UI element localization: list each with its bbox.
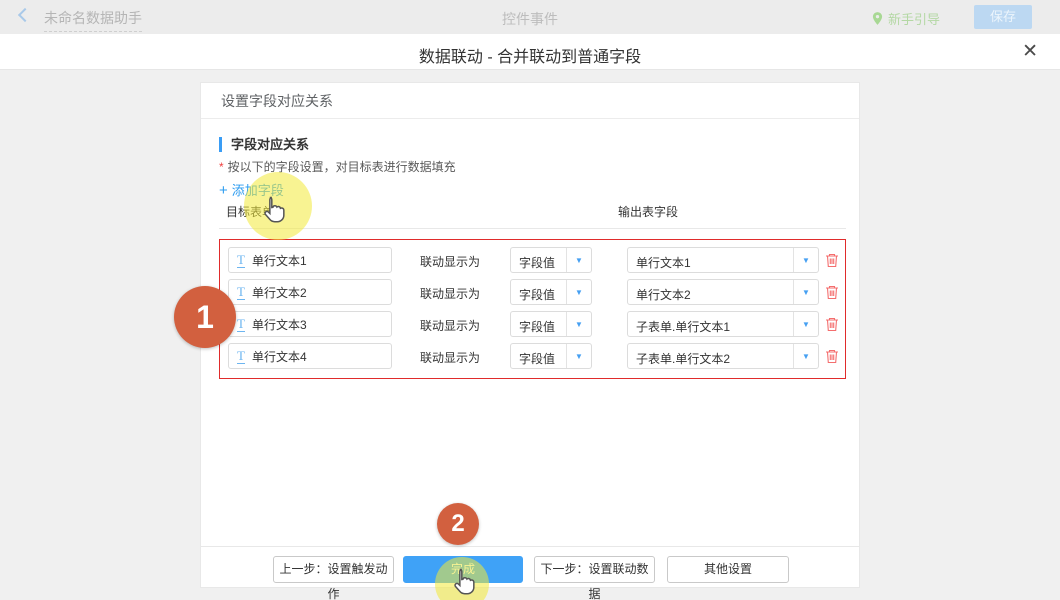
caret-cell: ▼ xyxy=(793,312,818,336)
mode-select-value: 字段值 xyxy=(519,286,555,303)
close-icon[interactable]: ✕ xyxy=(1022,40,1038,64)
output-select-value: 单行文本1 xyxy=(636,254,691,271)
output-select-value: 子表单.单行文本1 xyxy=(636,318,730,335)
target-field[interactable]: T 单行文本1 xyxy=(228,247,392,273)
save-button[interactable]: 保存 xyxy=(974,5,1032,29)
mode-select[interactable]: 字段值 ▼ xyxy=(510,343,592,369)
text-field-icon: T xyxy=(237,285,245,300)
screen: 未命名数据助手 控件事件 新手引导 保存 数据联动 - 合并联动到普通字段 ✕ … xyxy=(0,0,1060,600)
delete-icon[interactable] xyxy=(824,316,840,332)
target-field[interactable]: T 单行文本3 xyxy=(228,311,392,337)
text-field-icon: T xyxy=(237,253,245,268)
delete-icon[interactable] xyxy=(824,252,840,268)
target-field[interactable]: T 单行文本4 xyxy=(228,343,392,369)
relation-label: 联动显示为 xyxy=(420,285,480,302)
plus-icon: + xyxy=(219,182,228,199)
target-field-label: 单行文本3 xyxy=(252,316,307,333)
relation-label: 联动显示为 xyxy=(420,253,480,270)
section-title: 字段对应关系 xyxy=(219,137,309,152)
mode-select-value: 字段值 xyxy=(519,318,555,335)
column-header-output: 输出表字段 xyxy=(618,203,678,220)
chevron-down-icon: ▼ xyxy=(575,256,583,265)
caret-cell: ▼ xyxy=(793,344,818,368)
delete-icon[interactable] xyxy=(824,348,840,364)
delete-icon[interactable] xyxy=(824,284,840,300)
caret-cell: ▼ xyxy=(566,344,591,368)
chevron-down-icon: ▼ xyxy=(575,352,583,361)
modal-header: 数据联动 - 合并联动到普通字段 ✕ xyxy=(0,34,1060,70)
mapping-row: T 单行文本2 联动显示为 字段值 ▼ 单行文本2 ▼ xyxy=(220,279,845,305)
mode-select-value: 字段值 xyxy=(519,254,555,271)
text-field-icon: T xyxy=(237,349,245,364)
required-mark: * xyxy=(219,160,224,174)
description-text: 按以下的字段设置，对目标表进行数据填充 xyxy=(228,160,456,174)
caret-cell: ▼ xyxy=(793,248,818,272)
mode-select[interactable]: 字段值 ▼ xyxy=(510,279,592,305)
output-select[interactable]: 子表单.单行文本1 ▼ xyxy=(627,311,819,337)
caret-cell: ▼ xyxy=(566,312,591,336)
next-step-button[interactable]: 下一步：设置联动数据 xyxy=(534,556,655,583)
caret-cell: ▼ xyxy=(793,280,818,304)
chevron-down-icon: ▼ xyxy=(575,288,583,297)
mode-select[interactable]: 字段值 ▼ xyxy=(510,311,592,337)
mode-select-value: 字段值 xyxy=(519,350,555,367)
chevron-down-icon: ▼ xyxy=(802,288,810,297)
header-divider xyxy=(219,228,846,229)
hand-cursor-icon xyxy=(450,566,476,598)
mapping-row: T 单行文本1 联动显示为 字段值 ▼ 单行文本1 ▼ xyxy=(220,247,845,273)
chevron-down-icon: ▼ xyxy=(802,256,810,265)
target-field-label: 单行文本1 xyxy=(252,252,307,269)
step-badge-1: 1 xyxy=(174,286,236,348)
text-field-icon: T xyxy=(237,317,245,332)
prev-step-button[interactable]: 上一步：设置触发动作 xyxy=(273,556,394,583)
caret-cell: ▼ xyxy=(566,280,591,304)
field-mapping-panel: 设置字段对应关系 字段对应关系 *按以下的字段设置，对目标表进行数据填充 +添加… xyxy=(200,82,860,588)
output-select[interactable]: 单行文本2 ▼ xyxy=(627,279,819,305)
mapping-row: T 单行文本4 联动显示为 字段值 ▼ 子表单.单行文本2 ▼ xyxy=(220,343,845,369)
chevron-down-icon: ▼ xyxy=(575,320,583,329)
target-field-label: 单行文本2 xyxy=(252,284,307,301)
chevron-down-icon: ▼ xyxy=(802,320,810,329)
caret-cell: ▼ xyxy=(566,248,591,272)
output-select[interactable]: 单行文本1 ▼ xyxy=(627,247,819,273)
output-select[interactable]: 子表单.单行文本2 ▼ xyxy=(627,343,819,369)
hand-cursor-icon xyxy=(260,194,286,226)
guide-link[interactable]: 新手引导 xyxy=(872,9,940,28)
output-select-value: 单行文本2 xyxy=(636,286,691,303)
other-settings-button[interactable]: 其他设置 xyxy=(667,556,789,583)
mapping-row: T 单行文本3 联动显示为 字段值 ▼ 子表单.单行文本1 ▼ xyxy=(220,311,845,337)
output-select-value: 子表单.单行文本2 xyxy=(636,350,730,367)
relation-label: 联动显示为 xyxy=(420,349,480,366)
footer-divider xyxy=(201,546,859,547)
mode-select[interactable]: 字段值 ▼ xyxy=(510,247,592,273)
guide-label: 新手引导 xyxy=(888,9,940,28)
relation-label: 联动显示为 xyxy=(420,317,480,334)
pin-icon xyxy=(872,11,883,26)
field-mapping-rows-highlight: T 单行文本1 联动显示为 字段值 ▼ 单行文本1 ▼ T 单行文本2 xyxy=(219,239,846,379)
target-field[interactable]: T 单行文本2 xyxy=(228,279,392,305)
chevron-down-icon: ▼ xyxy=(802,352,810,361)
panel-header-title: 设置字段对应关系 xyxy=(201,83,859,119)
target-field-label: 单行文本4 xyxy=(252,348,307,365)
section-description: * 按以下的字段设置，对目标表进行数据填充 xyxy=(219,158,456,175)
step-badge-2: 2 xyxy=(437,503,479,545)
modal-title: 数据联动 - 合并联动到普通字段 xyxy=(0,43,1060,67)
top-bar: 未命名数据助手 控件事件 新手引导 保存 xyxy=(0,0,1060,34)
